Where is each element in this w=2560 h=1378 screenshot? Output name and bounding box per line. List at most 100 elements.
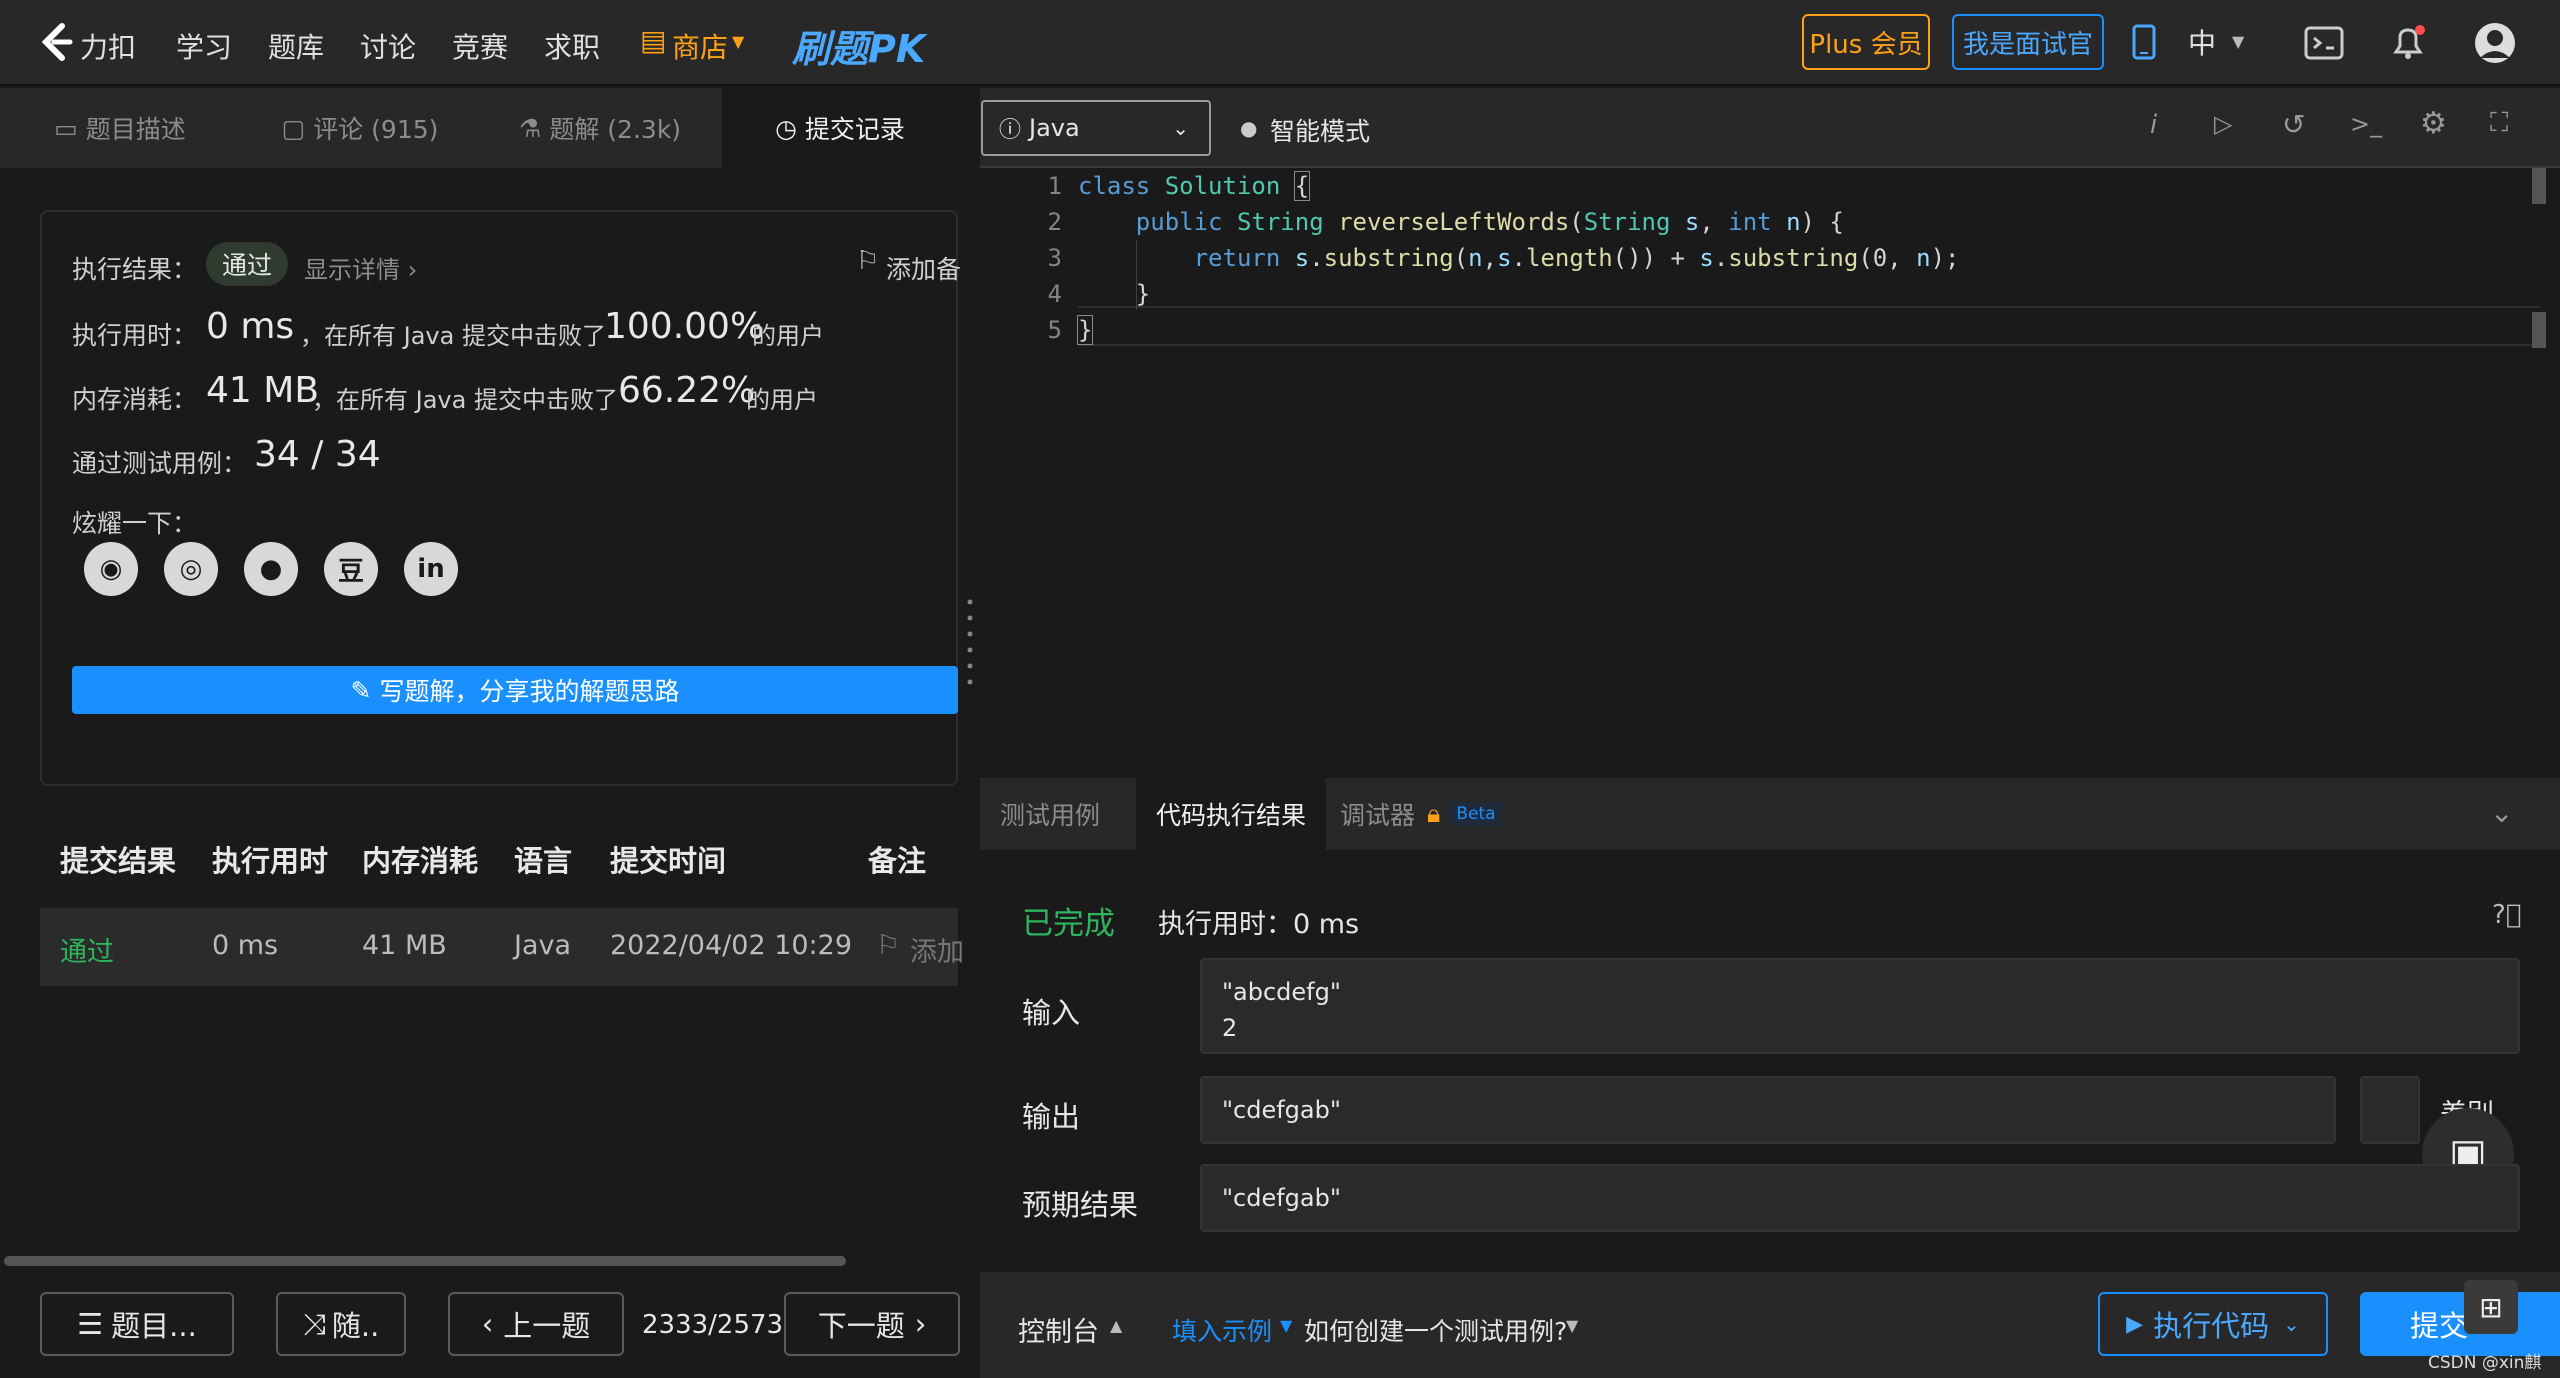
- weibo-icon[interactable]: ◎: [164, 542, 218, 596]
- comment-icon: ▢: [281, 113, 306, 143]
- console-toggle[interactable]: 控制台: [1018, 1310, 1099, 1349]
- run-code-button[interactable]: ▶ 执行代码 ⌄: [2098, 1292, 2328, 1356]
- memory-label: 内存消耗：: [72, 385, 198, 414]
- store-icon: ▤: [640, 24, 667, 57]
- tab-test-case[interactable]: 测试用例: [980, 778, 1120, 850]
- how-create-test-link[interactable]: 如何创建一个测试用例?: [1304, 1312, 1567, 1348]
- line-number: 1: [1047, 172, 1062, 200]
- pk-banner[interactable]: 刷题PK: [792, 18, 925, 73]
- nav-item-jobs[interactable]: 求职: [544, 26, 600, 66]
- notification-bell-icon[interactable]: [2388, 22, 2428, 62]
- memory-users-text: 的用户: [746, 386, 818, 414]
- smart-mode-dot-icon: ●: [1240, 116, 1258, 140]
- language-select[interactable]: ⓘ Java ⌄: [981, 100, 1211, 156]
- smart-mode-toggle[interactable]: 智能模式: [1270, 112, 1370, 148]
- how-create-caret-icon: ▼: [1566, 1316, 1579, 1335]
- horizontal-scrollbar[interactable]: [4, 1256, 846, 1266]
- clock-icon: ◷: [775, 113, 797, 143]
- add-note-float-icon[interactable]: ⊞: [2464, 1280, 2518, 1334]
- terminal-icon[interactable]: >_: [2350, 110, 2382, 138]
- expected-box: "cdefgab": [1200, 1164, 2520, 1232]
- shuffle-icon: ⤨: [302, 1306, 326, 1341]
- left-tabs: ▭ 题目描述 ▢ 评论 (915) ⚗ 题解 (2.3k) ◷ 提交记录: [0, 88, 958, 168]
- plus-member-button[interactable]: Plus 会员: [1802, 14, 1930, 70]
- tab-submissions[interactable]: ◷ 提交记录: [722, 88, 958, 168]
- code-line-4: }: [1135, 280, 1151, 308]
- fullscreen-icon[interactable]: ⛶: [2490, 108, 2508, 139]
- tab-submissions-label: 提交记录: [804, 115, 905, 144]
- flask-icon: ⚗: [518, 113, 542, 143]
- prev-problem-button[interactable]: ‹ 上一题: [448, 1292, 624, 1356]
- wechat-icon[interactable]: ◉: [84, 542, 138, 596]
- col-header-submitted: 提交时间: [610, 844, 727, 878]
- next-problem-button[interactable]: 下一题 ›: [784, 1292, 960, 1356]
- playground-icon[interactable]: [2304, 26, 2344, 60]
- line-number: 3: [1047, 244, 1062, 272]
- help-icon[interactable]: ?⃝: [2492, 900, 2521, 930]
- nav-item-learn[interactable]: 学习: [176, 26, 232, 66]
- tab-solutions[interactable]: ⚗ 题解 (2.3k): [480, 88, 720, 168]
- col-header-memory: 内存消耗: [362, 844, 479, 878]
- expected-label: 预期结果: [1022, 1188, 1139, 1222]
- leetcode-logo-icon[interactable]: [36, 20, 76, 64]
- submit-button[interactable]: 提交: [2360, 1292, 2560, 1356]
- watermark: CSDN @xin麒: [2428, 1353, 2542, 1373]
- run-triangle-icon[interactable]: ▷: [2214, 110, 2232, 138]
- interviewer-button[interactable]: 我是面试官: [1952, 14, 2104, 70]
- run-time: 执行用时：0 ms: [1158, 909, 1360, 940]
- line-number: 5: [1047, 316, 1062, 344]
- code-line-2: public String reverseLeftWords(String s,…: [1135, 208, 1844, 236]
- nav-item-discuss[interactable]: 讨论: [360, 26, 416, 66]
- avatar[interactable]: [2474, 22, 2516, 64]
- input-box: "abcdefg" 2: [1200, 958, 2520, 1054]
- row-add-note[interactable]: 添加: [910, 930, 964, 969]
- code-line-5: }: [1076, 315, 1094, 345]
- info-circle-icon: ⓘ: [999, 118, 1022, 143]
- console-tabs: 测试用例 代码执行结果 调试器 🔒︎ Beta ⌄: [980, 778, 2560, 850]
- cases-label: 通过测试用例：: [72, 449, 248, 478]
- linkedin-icon[interactable]: in: [404, 542, 458, 596]
- document-icon: ▭: [54, 113, 78, 143]
- write-solution-button[interactable]: ✎ 写题解，分享我的解题思路: [72, 666, 958, 714]
- editor-scrollbar[interactable]: [2532, 168, 2546, 204]
- reset-icon[interactable]: ↺: [2282, 108, 2305, 141]
- settings-gear-icon[interactable]: ⚙: [2420, 106, 2447, 141]
- diff-toggle[interactable]: [2360, 1076, 2420, 1144]
- fill-example-link[interactable]: 填入示例: [1172, 1312, 1272, 1348]
- show-details-link[interactable]: 显示详情 ›: [304, 250, 417, 285]
- problem-list-button[interactable]: ☰ 题目...: [40, 1292, 234, 1356]
- panel-resize-handle[interactable]: [966, 598, 974, 688]
- row-status[interactable]: 通过: [60, 930, 114, 969]
- debugger-label: 调试器: [1340, 801, 1416, 830]
- mobile-icon[interactable]: [2132, 24, 2156, 60]
- status-label: 执行结果：: [72, 255, 198, 284]
- play-icon: ▶: [2126, 1311, 2144, 1337]
- tab-description[interactable]: ▭ 题目描述: [0, 88, 240, 168]
- col-header-language: 语言: [514, 844, 573, 878]
- problem-progress: 2333/2573: [642, 1310, 784, 1340]
- nav-item-problems[interactable]: 题库: [268, 26, 324, 66]
- chevron-right-icon: ›: [914, 1307, 927, 1341]
- row-flag-icon: ⚐: [876, 930, 901, 961]
- tab-debugger[interactable]: 调试器 🔒︎ Beta: [1320, 778, 1522, 850]
- prev-label: 上一题: [503, 1309, 591, 1343]
- collapse-chevron-icon[interactable]: ⌄: [2490, 796, 2513, 829]
- row-time: 0 ms: [212, 930, 279, 961]
- pencil-icon: ✎: [350, 675, 372, 705]
- random-problem-button[interactable]: ⤨ 随..: [276, 1292, 406, 1356]
- tab-comments[interactable]: ▢ 评论 (915): [240, 88, 480, 168]
- language-switch[interactable]: 中: [2188, 22, 2216, 62]
- qq-icon[interactable]: ●: [244, 542, 298, 596]
- nav-store[interactable]: 商店: [672, 26, 728, 66]
- douban-icon[interactable]: 豆: [324, 542, 378, 596]
- chevron-left-icon: ‹: [481, 1307, 494, 1341]
- memory-value: 41 MB: [206, 370, 320, 411]
- tab-run-result[interactable]: 代码执行结果: [1136, 778, 1327, 850]
- info-icon[interactable]: i: [2150, 110, 2157, 140]
- nav-item-contest[interactable]: 竞赛: [452, 26, 508, 66]
- logo-text[interactable]: 力扣: [80, 26, 136, 66]
- beta-badge: Beta: [1450, 802, 1502, 826]
- add-note-link[interactable]: 添加备: [886, 250, 961, 286]
- time-beat-text: ，在所有 Java 提交中击败了: [300, 322, 606, 350]
- cases-value: 34 / 34: [254, 434, 381, 475]
